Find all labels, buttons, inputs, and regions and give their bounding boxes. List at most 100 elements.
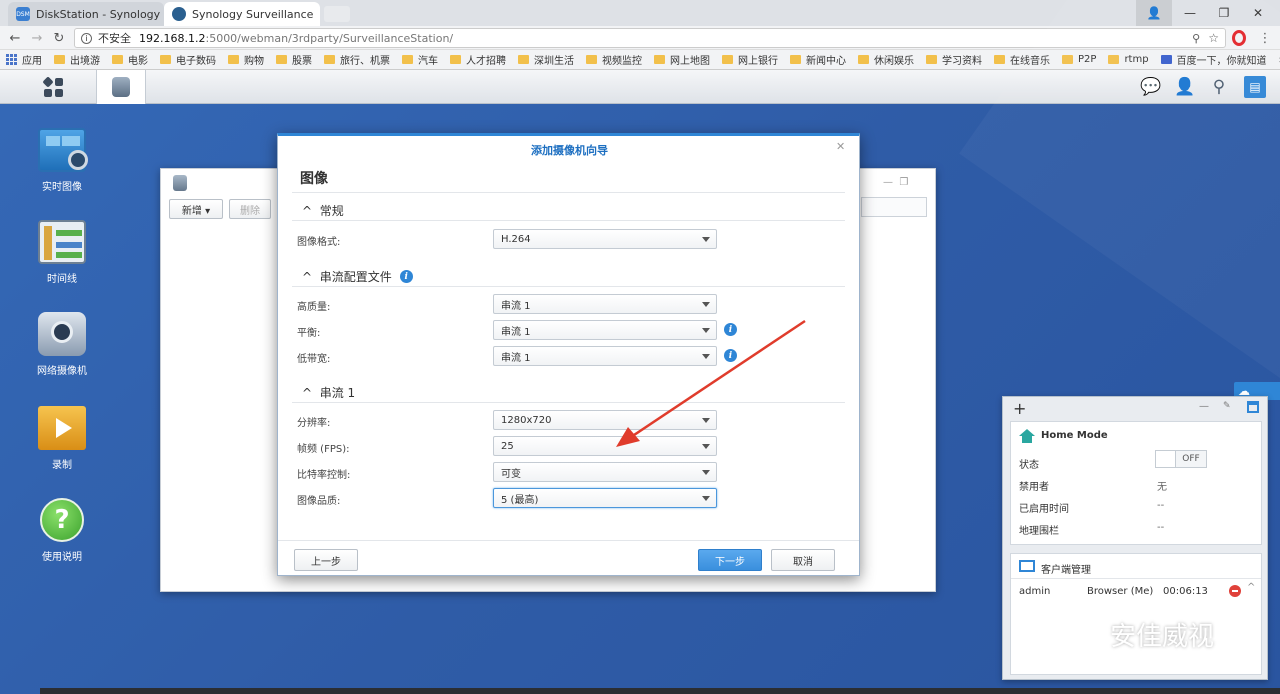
tab-title: DiskStation - Synology [36, 7, 161, 21]
image-quality-select[interactable]: 5 (最高) [493, 488, 717, 508]
desktop-icon-ip-camera[interactable]: 网络摄像机 [22, 312, 102, 377]
forward-arrow-icon[interactable]: → [28, 29, 46, 47]
home-mode-toggle[interactable]: OFF [1155, 450, 1207, 468]
bookmark-item[interactable]: 出境游 [54, 52, 100, 67]
taskbar-surveillance-app[interactable] [96, 70, 146, 104]
panel-minimize-icon[interactable]: — [1199, 401, 1209, 412]
bookmark-label: 深圳生活 [534, 56, 574, 67]
folder-icon [722, 55, 733, 64]
add-widget-button[interactable]: + [1013, 399, 1026, 418]
bookmark-item[interactable]: 汽车 [402, 52, 438, 67]
info-icon[interactable]: i [399, 270, 413, 283]
tab-surveillance[interactable]: Synology Surveillance ✕ [164, 2, 320, 26]
home-mode-title: Home Mode [1041, 430, 1108, 441]
bookmark-item[interactable]: 购物 [228, 52, 264, 67]
bookmark-item[interactable]: 旅行、机票 [324, 52, 390, 67]
bookmark-label: 学习资料 [942, 56, 982, 67]
bookmark-item[interactable]: 视频监控 [586, 52, 642, 67]
desktop-icon-help[interactable]: ? 使用说明 [22, 498, 102, 563]
prev-button[interactable]: 上一步 [294, 549, 358, 571]
insecure-label: 不安全 [98, 32, 131, 45]
select-value: 5 (最高) [501, 494, 539, 506]
disconnect-icon[interactable] [1229, 585, 1241, 597]
divider [1011, 578, 1261, 579]
bookmark-item[interactable]: 深圳生活 [518, 52, 574, 67]
reload-icon[interactable]: ↻ [50, 29, 68, 47]
bookmark-item[interactable]: 股票 [276, 52, 312, 67]
desktop-icon-live-view[interactable]: 实时图像 [22, 128, 102, 193]
info-circle-icon[interactable]: i [81, 32, 92, 44]
bookmark-item[interactable]: 电影 [112, 52, 148, 67]
collapse-caret-icon: ^ [302, 269, 313, 284]
desktop-icon-recording[interactable]: 录制 [22, 406, 102, 471]
select-value: 串流 1 [501, 300, 531, 312]
watermark-text: 安佳威视 [1110, 622, 1215, 652]
high-quality-select[interactable]: 串流 1 [493, 294, 717, 314]
add-camera-button[interactable]: 新增 ▾ [169, 199, 223, 219]
bookmark-item[interactable]: 学习资料 [926, 52, 982, 67]
bookmark-label: 股票 [292, 56, 312, 67]
back-arrow-icon[interactable]: ← [6, 29, 24, 47]
image-format-select[interactable]: H.264 [493, 229, 717, 249]
bookmark-label: 人才招聘 [466, 56, 506, 67]
low-bandwidth-label: 低带宽: [297, 354, 331, 365]
bookmark-label: 购物 [244, 56, 264, 67]
section-general[interactable]: ^ 常规 [302, 202, 344, 219]
panel-pin-icon[interactable]: ✎ [1223, 401, 1231, 411]
status-label: 状态 [1019, 460, 1039, 471]
bookmark-item[interactable]: 新闻中心 [790, 52, 846, 67]
bookmark-item[interactable]: 人才招聘 [450, 52, 506, 67]
new-tab-button[interactable] [324, 6, 350, 22]
surveillance-favicon-icon [172, 7, 186, 21]
bookmark-apps[interactable]: 应用 [6, 52, 42, 67]
folder-icon [112, 55, 123, 64]
next-button[interactable]: 下一步 [698, 549, 762, 571]
section-stream1[interactable]: ^ 串流 1 [302, 384, 355, 401]
cancel-button[interactable]: 取消 [771, 549, 835, 571]
bookmark-item[interactable]: 网上地图 [654, 52, 710, 67]
window-minmax-icon[interactable]: — ❐ [883, 177, 908, 188]
chevron-down-icon [702, 302, 710, 307]
url-host: 192.168.1.2 [139, 31, 206, 45]
resolution-label: 分辨率: [297, 418, 331, 429]
chevron-down-icon [702, 237, 710, 242]
divider [278, 540, 859, 541]
main-menu-button[interactable] [18, 70, 88, 104]
bookmark-item[interactable]: 电子数码 [160, 52, 216, 67]
geofence-label: 地理围栏 [1019, 526, 1059, 537]
desktop-icon-label: 时间线 [47, 274, 77, 285]
toggle-knob [1156, 451, 1176, 467]
bitrate-control-select[interactable]: 可变 [493, 462, 717, 482]
desktop-icon-label: 网络摄像机 [37, 366, 87, 377]
section-title: 常规 [319, 204, 344, 218]
folder-icon [228, 55, 239, 64]
image-quality-label: 图像品质: [297, 496, 341, 507]
tab-close-icon[interactable]: ✕ [313, 8, 320, 21]
search-input[interactable] [861, 197, 927, 217]
panel-layout-icon[interactable] [1247, 401, 1259, 413]
dialog-close-icon[interactable]: ✕ [836, 140, 845, 153]
delete-camera-button[interactable]: 删除 [229, 199, 271, 219]
fps-label: 帧频 (FPS): [297, 444, 350, 455]
main-menu-icon [41, 75, 63, 97]
bottom-taskbar-strip [40, 688, 1280, 694]
bookmark-label: 旅行、机票 [340, 56, 390, 67]
desktop-icon-timeline[interactable]: 时间线 [22, 220, 102, 285]
home-mode-card: Home Mode 状态 OFF 禁用者 无 已启用时间 -- 地理围栏 -- [1010, 421, 1262, 545]
chevron-up-icon[interactable]: ^ [1247, 582, 1255, 593]
tab-diskstation[interactable]: DSM DiskStation - Synology ✕ [8, 2, 164, 26]
bookmark-item[interactable]: 休闲娱乐 [858, 52, 914, 67]
section-stream-profile[interactable]: ^ 串流配置文件 i [302, 268, 413, 285]
select-value: 1280x720 [501, 414, 552, 426]
client-user: admin [1019, 586, 1051, 597]
bookmark-item[interactable]: 网上银行 [722, 52, 778, 67]
divider [292, 192, 845, 193]
dsm-favicon-icon: DSM [16, 7, 30, 21]
dialog-heading: 图像 [300, 171, 328, 187]
section-title: 串流 1 [319, 386, 356, 400]
dialog-title: 添加摄像机向导 [531, 144, 608, 157]
monitor-icon [1019, 560, 1035, 572]
divider [292, 286, 845, 287]
bookmark-label: 应用 [22, 56, 42, 67]
desktop-icon-label: 使用说明 [42, 552, 82, 563]
